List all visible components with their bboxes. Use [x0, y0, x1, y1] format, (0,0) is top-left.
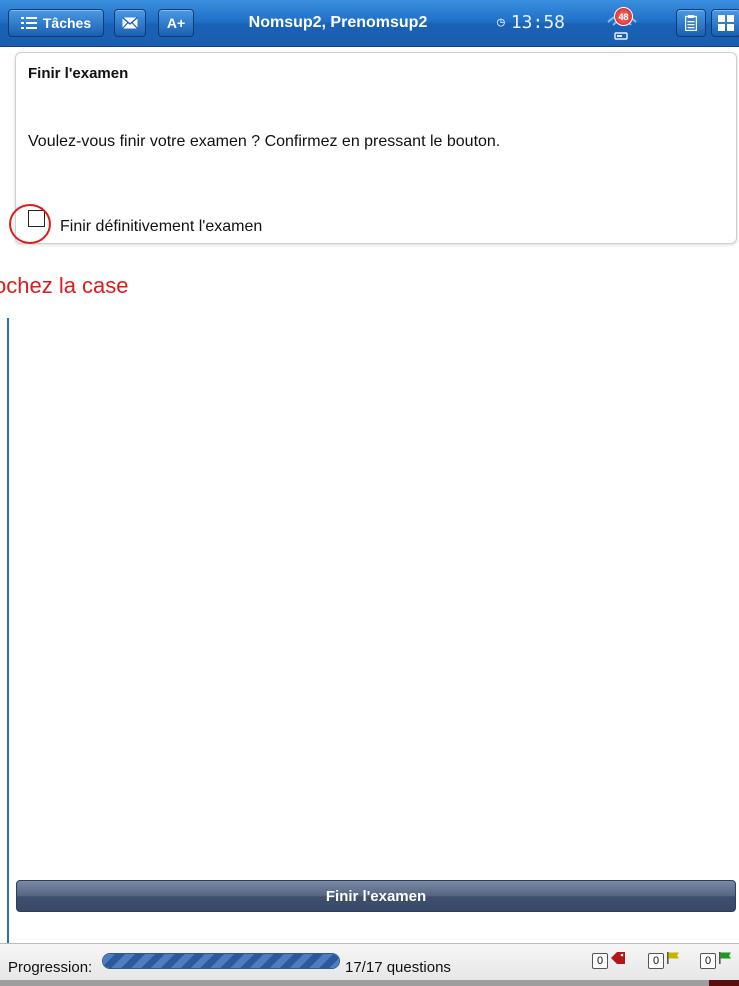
progress-count: 17/17 questions: [345, 959, 451, 976]
left-divider: [7, 318, 9, 985]
overview-button[interactable]: [711, 9, 739, 37]
notification-badge[interactable]: 48: [614, 7, 633, 26]
timer: ◷ 13:58: [497, 12, 565, 33]
bottom-strip: [0, 980, 739, 986]
tag-icon: [610, 951, 626, 970]
checkbox-label[interactable]: Finir définitivement l'examen: [60, 218, 262, 236]
flag-icon: [666, 951, 680, 970]
finish-exam-card: Finir l'examen Voulez-vous finir votre e…: [15, 52, 737, 244]
mail-icon: [122, 17, 138, 29]
tagged-counter[interactable]: 0: [592, 951, 626, 970]
finish-exam-button[interactable]: Finir l'examen: [16, 880, 736, 912]
notes-button[interactable]: [676, 9, 706, 37]
tasks-button[interactable]: Tâches: [8, 9, 104, 37]
yellow-flag-count: 0: [648, 952, 664, 969]
timer-value: 13:58: [510, 12, 566, 33]
confirmation-message: Voulez-vous finir votre examen ? Confirm…: [28, 133, 501, 150]
progress-label: Progression:: [8, 959, 93, 976]
annotation-text: ochez la case: [0, 273, 129, 298]
highlight-circle: [9, 204, 51, 244]
font-size-label: A+: [166, 15, 186, 31]
font-size-button[interactable]: A+: [158, 9, 194, 37]
card-title: Finir l'examen: [28, 65, 129, 82]
progress-bar: [102, 953, 340, 969]
mail-button[interactable]: [114, 9, 146, 37]
clock-icon: ◷: [497, 15, 505, 30]
status-footer: Progression: 17/17 questions 0 0 0: [0, 943, 739, 986]
top-bar: Tâches A+ Nomsup2, Prenomsup2 ◷ 13:58 48: [0, 0, 739, 47]
user-name: Nomsup2, Prenomsup2: [248, 14, 428, 31]
green-flag-counter[interactable]: 0: [700, 951, 732, 970]
yellow-flag-counter[interactable]: 0: [648, 951, 680, 970]
finish-exam-label: Finir l'examen: [325, 887, 427, 905]
list-icon: [20, 16, 37, 30]
green-flag-count: 0: [700, 952, 716, 969]
tasks-label: Tâches: [42, 15, 92, 31]
progress-fill: [103, 954, 339, 968]
grid-icon: [718, 15, 734, 31]
bottom-strip-end: [709, 980, 739, 986]
clipboard-icon: [685, 15, 697, 31]
tagged-count: 0: [592, 952, 608, 969]
flag-icon: [718, 951, 732, 970]
